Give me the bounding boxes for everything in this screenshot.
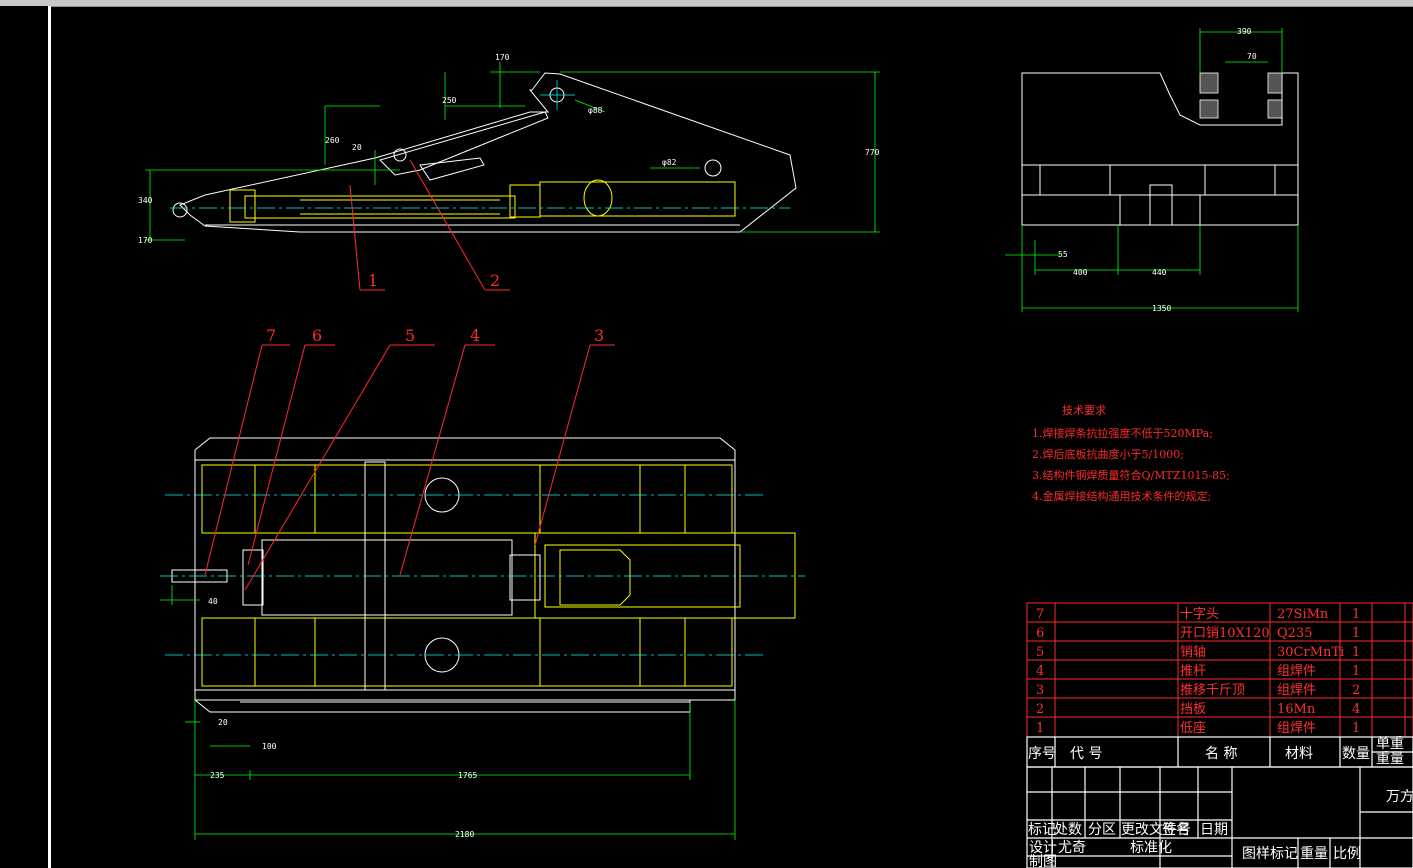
dim-170-left: 170	[138, 236, 153, 245]
callout-3: 3	[594, 326, 604, 345]
dim-2180: 2180	[455, 830, 474, 839]
dim-55: 55	[1058, 250, 1068, 259]
dim-235: 235	[210, 771, 225, 780]
dim-20: 20	[352, 143, 362, 152]
cad-drawing-canvas[interactable]: 170 250 260 20 340 170 770 φ88 φ82 1 2 3…	[0, 0, 1413, 868]
bom-no: 4	[1036, 664, 1044, 679]
bom-no: 2	[1036, 702, 1044, 717]
bom-material: Q235	[1277, 626, 1312, 641]
note-line-2: 2.焊后底板抗曲度小于5/1000;	[1032, 447, 1184, 461]
tb-sign: 签名	[1162, 821, 1190, 838]
dim-phi88: φ88	[588, 106, 603, 115]
bom-material: 组焊件	[1277, 720, 1316, 736]
callout-4: 4	[470, 326, 480, 345]
dim-70: 70	[1247, 52, 1257, 61]
bom-material: 组焊件	[1277, 682, 1316, 698]
tb-scale-label: 比例	[1333, 846, 1361, 862]
bom-name: 开口销10X120	[1180, 626, 1270, 641]
bom-qty: 1	[1352, 626, 1360, 641]
bom-material: 16Mn	[1277, 702, 1316, 717]
bom-qty: 1	[1352, 607, 1360, 622]
tb-mark-label: 图样标记	[1242, 846, 1298, 862]
tb-count: 处数	[1054, 822, 1082, 838]
tb-weight-label: 重量	[1300, 846, 1328, 862]
end-view	[1021, 72, 1299, 226]
dim-1350: 1350	[1152, 304, 1171, 313]
callout-5: 5	[405, 326, 415, 345]
bom-qty: 1	[1352, 645, 1360, 660]
callout-6: 6	[312, 326, 322, 345]
tb-mark: 标记	[1028, 822, 1056, 838]
bom-no: 6	[1036, 626, 1044, 641]
dim-250: 250	[442, 96, 457, 105]
callout-7: 7	[266, 326, 276, 345]
bom-qty: 1	[1352, 664, 1360, 679]
dim-770: 770	[865, 148, 880, 157]
end-view-hatch	[1199, 72, 1283, 119]
bom-name: 销轴	[1180, 645, 1206, 660]
callout-2: 2	[490, 271, 500, 290]
bom-qty: 1	[1352, 721, 1360, 736]
note-line-4: 4.金属焊接结构通用技术条件的规定;	[1032, 489, 1211, 503]
tb-std-label: 标准化	[1130, 840, 1172, 856]
plan-view	[194, 437, 736, 713]
bom-header-no: 序号	[1028, 746, 1056, 762]
tb-drafting-label: 制图	[1029, 854, 1057, 868]
bom-header-name: 名 称	[1205, 746, 1237, 762]
tb-designer: 尤奇	[1058, 839, 1086, 856]
dim-20-plan: 20	[218, 718, 228, 727]
dim-40: 40	[208, 597, 218, 606]
bom-name: 十字头	[1180, 607, 1219, 622]
plan-view-centerlines	[160, 494, 805, 656]
callout-1: 1	[368, 271, 378, 290]
note-line-3: 3.结构件钢焊质量符合Q/MTZ1015-85;	[1032, 468, 1230, 482]
tb-company: 万方	[1386, 789, 1413, 805]
bom-no: 7	[1036, 607, 1044, 622]
bom-name: 低座	[1180, 721, 1206, 736]
dim-100: 100	[262, 742, 277, 751]
bom-header-unit-weight: 单重	[1376, 736, 1404, 752]
bom-no: 1	[1036, 721, 1044, 736]
bom-material: 30CrMnTi	[1277, 645, 1344, 660]
bom-no: 5	[1036, 645, 1044, 660]
bom-name: 推移千斤顶	[1180, 683, 1245, 698]
note-line-1: 1.焊接焊条抗拉强度不低于520MPa;	[1032, 426, 1213, 440]
dim-1765: 1765	[458, 771, 477, 780]
dim-390: 390	[1237, 27, 1252, 36]
dim-400: 400	[1073, 268, 1088, 277]
dim-340: 340	[138, 196, 153, 205]
dim-260: 260	[325, 136, 340, 145]
bom-header-qty: 数量	[1342, 746, 1370, 762]
plan-view-inner	[201, 464, 796, 687]
side-view-cylinder	[229, 179, 736, 223]
dim-170-top: 170	[495, 53, 510, 62]
bom-header-weight: 重量	[1376, 751, 1404, 767]
notes-title: 技术要求	[1062, 404, 1106, 417]
bom-qty: 4	[1352, 702, 1360, 717]
dim-phi82: φ82	[662, 158, 677, 167]
bom-name: 推杆	[1180, 664, 1206, 679]
bom-name: 挡板	[1180, 702, 1206, 717]
bom-no: 3	[1036, 683, 1044, 698]
dim-440: 440	[1152, 268, 1167, 277]
bom-header-material: 材料	[1285, 746, 1313, 762]
tb-date: 日期	[1200, 822, 1228, 838]
bom-material: 组焊件	[1277, 663, 1316, 679]
side-view-centerlines	[170, 80, 790, 209]
bom-header-code: 代 号	[1070, 746, 1102, 762]
bom-material: 27SiMn	[1277, 607, 1329, 622]
bom-qty: 2	[1352, 683, 1360, 698]
tb-zone: 分区	[1088, 822, 1116, 838]
plan-callout-leaders	[204, 344, 615, 591]
